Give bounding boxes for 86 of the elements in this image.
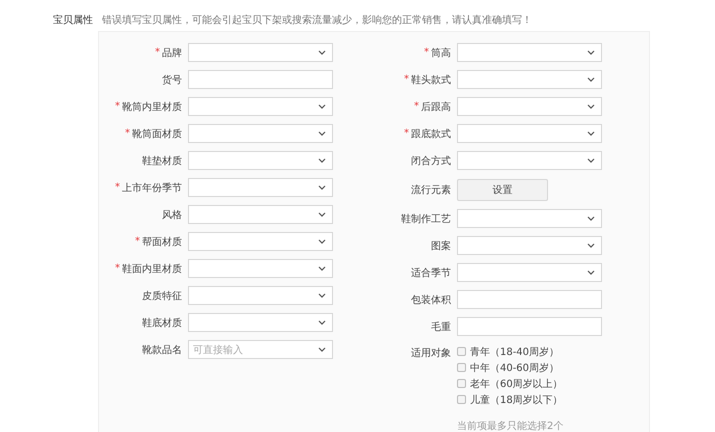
chevron-down-icon — [318, 185, 326, 190]
field-label: 适合季节 — [410, 266, 451, 280]
field-label: 风格 — [162, 208, 182, 222]
select-field[interactable] — [456, 43, 602, 62]
chevron-down-icon — [318, 158, 326, 163]
select-field[interactable] — [188, 97, 333, 116]
field-label: 鞋底材质 — [142, 316, 182, 330]
input-field[interactable] — [456, 290, 602, 309]
field-label: 靴款品名 — [142, 344, 182, 356]
section-title: 宝贝属性 — [53, 14, 93, 26]
field-label: 帮面材质 — [142, 236, 182, 248]
settings-button[interactable]: 设置 — [456, 178, 548, 200]
warning-note: 错误填写宝贝属性，可能会引起宝贝下架或搜索流量减少，影响您的正常销售，请认真准确填写！ — [102, 14, 532, 26]
field-label: 图案 — [430, 240, 451, 252]
chevron-down-icon — [586, 216, 595, 221]
checkbox[interactable] — [456, 379, 466, 388]
select-field[interactable] — [456, 70, 602, 89]
field-label: 鞋面内里材质 — [122, 262, 182, 276]
chevron-down-icon — [318, 104, 326, 109]
checkbox-label[interactable]: 青年（18-40周岁） — [470, 344, 560, 358]
select-field[interactable] — [188, 151, 333, 170]
field-label: 皮质特征 — [142, 290, 182, 302]
chevron-down-icon — [318, 239, 326, 244]
chevron-down-icon — [586, 77, 595, 82]
checkbox[interactable] — [456, 395, 466, 404]
select-field[interactable] — [188, 178, 333, 197]
input-field[interactable] — [456, 317, 602, 336]
checkbox-label[interactable]: 中年（40-60周岁） — [470, 360, 560, 374]
field-label: 上市年份季节 — [122, 182, 182, 194]
select-field[interactable] — [456, 97, 602, 116]
field-label: 毛重 — [430, 320, 451, 334]
chevron-down-icon — [586, 50, 595, 55]
hint-text: 当前项最多只能选择2个 — [456, 420, 564, 432]
chevron-down-icon — [586, 270, 595, 275]
required-mark: * — [155, 47, 160, 58]
chevron-down-icon — [318, 266, 326, 271]
chevron-down-icon — [318, 212, 326, 217]
checkbox-label[interactable]: 儿童（18周岁以下） — [470, 392, 563, 406]
field-label: 适用对象 — [410, 346, 451, 360]
checkbox[interactable] — [456, 347, 466, 356]
select-field[interactable] — [188, 286, 333, 305]
field-label: 鞋垫材质 — [142, 154, 182, 168]
required-mark: * — [404, 128, 409, 139]
checkbox-label[interactable]: 老年（60周岁以上） — [470, 376, 563, 390]
select-field[interactable] — [188, 232, 333, 251]
field-label: 鞋制作工艺 — [400, 212, 451, 226]
select-field[interactable] — [188, 259, 333, 278]
required-mark: * — [414, 101, 419, 112]
select-field[interactable] — [456, 236, 602, 255]
select-field[interactable] — [456, 124, 602, 143]
chevron-down-icon — [318, 347, 326, 352]
chevron-down-icon — [318, 131, 326, 136]
required-mark: * — [115, 101, 120, 112]
input-field[interactable] — [188, 70, 333, 89]
field-label: 包装体积 — [410, 294, 451, 306]
field-label: 鞋头款式 — [410, 74, 451, 86]
chevron-down-icon — [586, 104, 595, 109]
field-label: 跟底款式 — [410, 128, 451, 140]
select-field[interactable] — [188, 43, 333, 62]
select-field[interactable] — [188, 313, 333, 332]
required-mark: * — [135, 236, 140, 247]
chevron-down-icon — [318, 320, 326, 325]
field-label: 后跟高 — [420, 100, 451, 114]
checkbox[interactable] — [456, 363, 466, 372]
field-label: 闭合方式 — [410, 154, 451, 168]
field-label: 货号 — [162, 74, 182, 86]
field-label: 品牌 — [162, 46, 182, 60]
field-label: 靴筒面材质 — [132, 128, 182, 140]
select-field[interactable] — [456, 151, 602, 170]
chevron-down-icon — [318, 50, 326, 55]
field-label: 筒高 — [430, 46, 451, 60]
chevron-down-icon — [586, 158, 595, 163]
required-mark: * — [115, 182, 120, 193]
select-field[interactable] — [188, 124, 333, 143]
chevron-down-icon — [586, 131, 595, 136]
required-mark: * — [404, 74, 409, 85]
select-field[interactable] — [456, 209, 602, 228]
required-mark: * — [125, 128, 130, 139]
field-label: 靴筒内里材质 — [122, 100, 182, 114]
select-field[interactable] — [456, 263, 602, 282]
chevron-down-icon — [586, 243, 595, 248]
required-mark: * — [115, 263, 120, 274]
chevron-down-icon — [318, 293, 326, 298]
select-field[interactable] — [188, 205, 333, 224]
required-mark: * — [424, 47, 429, 58]
field-label: 流行元素 — [410, 184, 451, 196]
